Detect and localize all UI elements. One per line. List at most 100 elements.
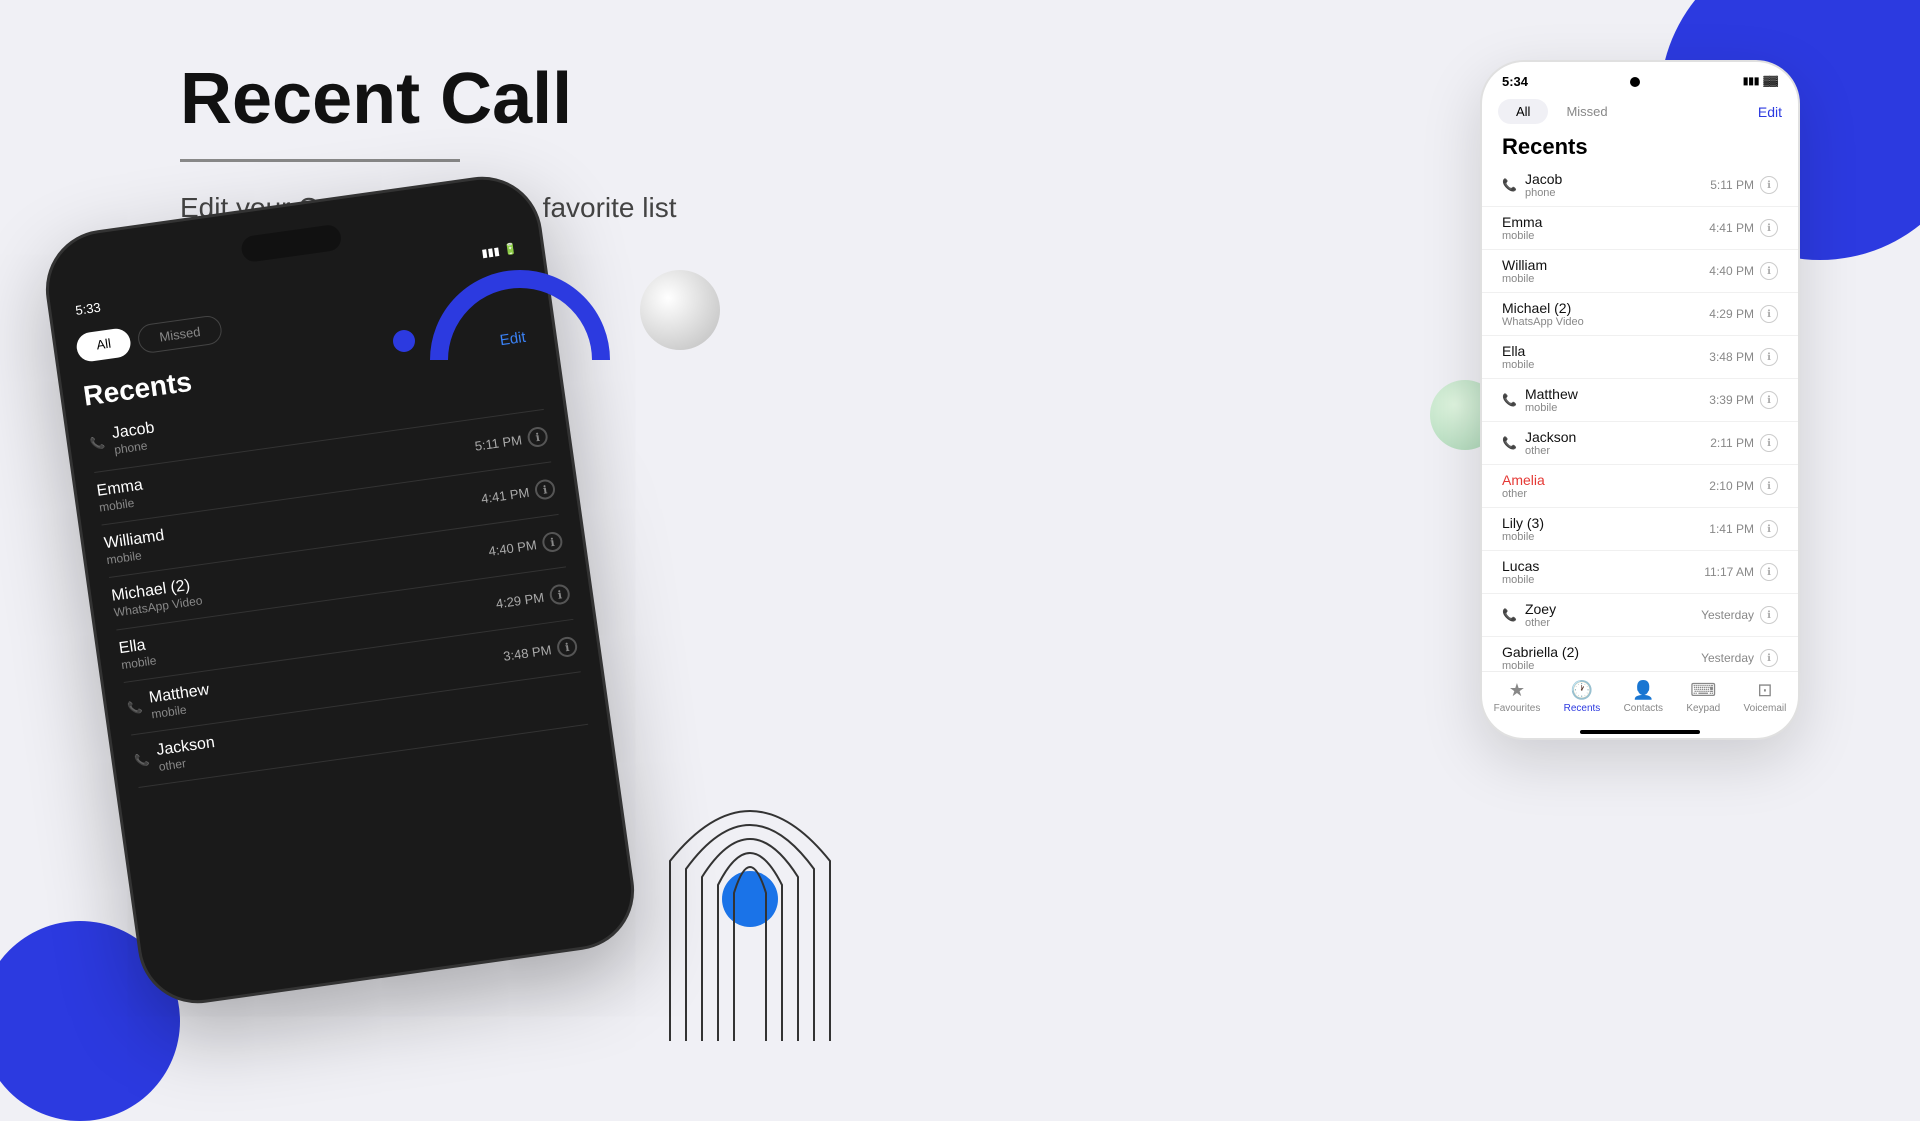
light-type-zoey: other xyxy=(1525,617,1556,629)
info-icon-jackson-light[interactable]: ℹ xyxy=(1760,434,1778,452)
dark-time-michael: 4:40 PM xyxy=(488,537,538,559)
info-icon-matthew[interactable]: ℹ xyxy=(556,636,579,659)
info-icon-emma[interactable]: ℹ xyxy=(526,426,549,449)
light-contact-matthew[interactable]: 📞 Matthew mobile 3:39 PM ℹ xyxy=(1482,379,1798,422)
phone-icon-jackson-light: 📞 xyxy=(1502,436,1517,450)
light-name-jacob: Jacob xyxy=(1525,171,1562,187)
light-name-jackson: Jackson xyxy=(1525,429,1576,445)
light-name-lily: Lily (3) xyxy=(1502,515,1544,531)
light-name-amelia: Amelia xyxy=(1502,472,1545,488)
blue-dot-decoration xyxy=(393,330,415,352)
nav-contacts[interactable]: 👤 Contacts xyxy=(1624,680,1663,714)
info-icon-matthew-light[interactable]: ℹ xyxy=(1760,391,1778,409)
light-contact-emma[interactable]: Emma mobile 4:41 PM ℹ xyxy=(1482,207,1798,250)
light-phone-mockup: 5:34 ▮▮▮ ▓▓ All Missed Edit Recents 📞 Ja… xyxy=(1480,60,1800,740)
keypad-icon: ⌨ xyxy=(1690,680,1716,701)
dark-status-icons: ▮▮▮ 🔋 xyxy=(481,242,518,260)
light-bottom-nav: ★ Favourites 🕐 Recents 👤 Contacts ⌨ Keyp… xyxy=(1482,671,1798,730)
light-time-jackson: 2:11 PM xyxy=(1710,436,1754,450)
info-icon-michael[interactable]: ℹ xyxy=(541,531,564,554)
light-time-lily: 1:41 PM xyxy=(1709,522,1754,536)
page-title: Recent Call xyxy=(180,60,677,139)
dark-time-matthew: 3:48 PM xyxy=(502,642,552,664)
info-icon-william[interactable]: ℹ xyxy=(534,478,557,501)
battery-icon: 🔋 xyxy=(503,242,518,257)
phone-icon-zoey-light: 📞 xyxy=(1502,608,1517,622)
light-name-gabriella: Gabriella (2) xyxy=(1502,644,1579,660)
dark-phone-time: 5:33 xyxy=(74,300,101,318)
recents-icon: 🕐 xyxy=(1571,680,1593,701)
info-icon-ella-light[interactable]: ℹ xyxy=(1760,348,1778,366)
dark-time-william: 4:41 PM xyxy=(480,484,530,506)
light-contact-zoey[interactable]: 📞 Zoey other Yesterday ℹ xyxy=(1482,594,1798,637)
info-icon-amelia-light[interactable]: ℹ xyxy=(1760,477,1778,495)
dark-tab-all[interactable]: All xyxy=(75,327,133,363)
arch-decoration xyxy=(650,701,850,1041)
light-time-matthew: 3:39 PM xyxy=(1709,393,1754,407)
dark-time-ella: 4:29 PM xyxy=(495,589,545,611)
nav-keypad[interactable]: ⌨ Keypad xyxy=(1686,680,1720,714)
dark-tab-missed[interactable]: Missed xyxy=(137,314,223,354)
light-contact-jacob[interactable]: 📞 Jacob phone 5:11 PM ℹ xyxy=(1482,164,1798,207)
signal-icon: ▮▮▮ xyxy=(481,245,501,260)
sphere-decoration xyxy=(640,270,720,350)
info-icon-william-light[interactable]: ℹ xyxy=(1760,262,1778,280)
info-icon-lily-light[interactable]: ℹ xyxy=(1760,520,1778,538)
info-icon-emma-light[interactable]: ℹ xyxy=(1760,219,1778,237)
light-tab-all[interactable]: All xyxy=(1498,99,1548,124)
light-time-emma: 4:41 PM xyxy=(1709,221,1754,235)
nav-voicemail[interactable]: ⊡ Voicemail xyxy=(1744,680,1787,714)
light-edit-button[interactable]: Edit xyxy=(1758,104,1782,120)
light-recents-title: Recents xyxy=(1482,128,1798,164)
favourites-icon: ★ xyxy=(1509,680,1525,701)
phone-icon-matthew: 📞 xyxy=(126,700,143,716)
info-icon-ella[interactable]: ℹ xyxy=(548,583,571,606)
nav-favourites[interactable]: ★ Favourites xyxy=(1494,680,1541,714)
light-status-bar: 5:34 ▮▮▮ ▓▓ xyxy=(1482,62,1798,95)
light-phone-time: 5:34 xyxy=(1502,74,1528,89)
phone-icon-jacob-light: 📞 xyxy=(1502,178,1517,192)
nav-recents[interactable]: 🕐 Recents xyxy=(1564,680,1601,714)
light-time-jacob: 5:11 PM xyxy=(1710,178,1754,192)
info-icon-zoey-light[interactable]: ℹ xyxy=(1760,606,1778,624)
contacts-icon: 👤 xyxy=(1632,680,1654,701)
light-contact-lily[interactable]: Lily (3) mobile 1:41 PM ℹ xyxy=(1482,508,1798,551)
light-contact-jackson[interactable]: 📞 Jackson other 2:11 PM ℹ xyxy=(1482,422,1798,465)
info-icon-jacob-light[interactable]: ℹ xyxy=(1760,176,1778,194)
light-name-emma: Emma xyxy=(1502,214,1542,230)
light-contact-michael[interactable]: Michael (2) WhatsApp Video 4:29 PM ℹ xyxy=(1482,293,1798,336)
phone-dark-notch xyxy=(240,224,343,264)
phone-icon-jackson: 📞 xyxy=(134,752,151,768)
light-type-jacob: phone xyxy=(1525,187,1562,199)
light-name-matthew: Matthew xyxy=(1525,386,1578,402)
info-icon-gabriella-light[interactable]: ℹ xyxy=(1760,649,1778,667)
light-type-amelia: other xyxy=(1502,488,1545,500)
phone-icon-jacob: 📞 xyxy=(89,435,106,451)
light-contact-ella[interactable]: Ella mobile 3:48 PM ℹ xyxy=(1482,336,1798,379)
light-type-lucas: mobile xyxy=(1502,574,1539,586)
light-name-ella: Ella xyxy=(1502,343,1534,359)
light-contact-william[interactable]: William mobile 4:40 PM ℹ xyxy=(1482,250,1798,293)
light-contact-amelia[interactable]: Amelia other 2:10 PM ℹ xyxy=(1482,465,1798,508)
light-name-william: William xyxy=(1502,257,1547,273)
light-time-gabriella: Yesterday xyxy=(1701,651,1754,665)
light-contacts-list: 📞 Jacob phone 5:11 PM ℹ Emma mobile xyxy=(1482,164,1798,671)
light-tabs-row: All Missed Edit xyxy=(1482,95,1798,128)
light-type-emma: mobile xyxy=(1502,230,1542,242)
hero-divider xyxy=(180,159,460,162)
light-time-amelia: 2:10 PM xyxy=(1709,479,1754,493)
light-status-icons: ▮▮▮ ▓▓ xyxy=(1743,76,1778,87)
home-indicator xyxy=(1580,730,1700,734)
light-tab-missed[interactable]: Missed xyxy=(1548,99,1625,124)
favourites-label: Favourites xyxy=(1494,703,1541,714)
dark-time-emma: 5:11 PM xyxy=(474,432,523,453)
light-time-michael: 4:29 PM xyxy=(1709,307,1754,321)
info-icon-lucas-light[interactable]: ℹ xyxy=(1760,563,1778,581)
light-type-william: mobile xyxy=(1502,273,1547,285)
light-contact-gabriella[interactable]: Gabriella (2) mobile Yesterday ℹ xyxy=(1482,637,1798,671)
light-time-william: 4:40 PM xyxy=(1709,264,1754,278)
light-time-zoey: Yesterday xyxy=(1701,608,1754,622)
camera-dot xyxy=(1630,77,1640,87)
light-contact-lucas[interactable]: Lucas mobile 11:17 AM ℹ xyxy=(1482,551,1798,594)
info-icon-michael-light[interactable]: ℹ xyxy=(1760,305,1778,323)
